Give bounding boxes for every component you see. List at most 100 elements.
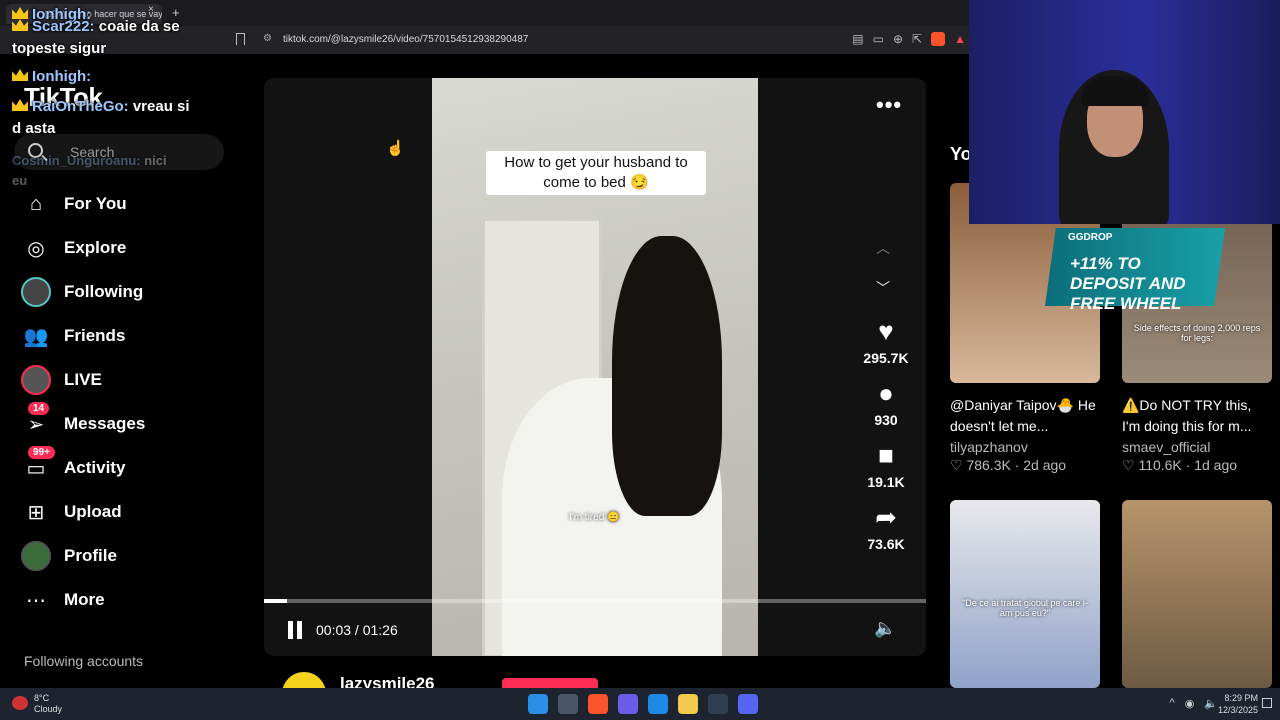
heart-icon: ♥: [878, 316, 894, 346]
sidebar-item-following[interactable]: Following: [20, 270, 145, 314]
card-title: @Daniyar Taipov🐣 He doesn't let me...: [950, 397, 1096, 434]
activity-icon: ▭ 99+: [20, 446, 55, 484]
sidebar-item-label: Messages: [64, 414, 146, 433]
video-subtitle: I'm tired 😑: [569, 512, 620, 523]
like-count: 295.7K: [863, 350, 909, 366]
pause-button[interactable]: [288, 621, 304, 639]
network-icon[interactable]: ◉: [1185, 697, 1195, 710]
video-thumbnail[interactable]: [1122, 500, 1272, 688]
thumbnail-text: "De ce ai tratat globul pe care i-am pus…: [962, 598, 1088, 618]
comment-count: 930: [874, 412, 898, 428]
tray-chevron-icon[interactable]: ^: [1170, 697, 1175, 710]
share-icon[interactable]: ⇱: [912, 32, 922, 46]
store-icon[interactable]: [648, 694, 668, 714]
video-actions: ♥ 295.7K ● 930 ■ 19.1K ➦ 73.6K: [856, 316, 916, 564]
sidebar-item-label: LIVE: [64, 370, 102, 389]
sidebar-item-label: For You: [64, 194, 127, 213]
file-explorer-icon[interactable]: [678, 694, 698, 714]
video-caption: How to get your husband to come to bed 😏: [486, 151, 706, 195]
sidebar-nav: ⌂ For You ◎ Explore Following 👥 Friends …: [20, 182, 145, 622]
cast-icon[interactable]: ▭: [873, 32, 884, 46]
chat-line: RaiOnTheGo: vreau si: [12, 96, 190, 118]
volume-tray-icon[interactable]: 🔈: [1204, 697, 1218, 710]
live-avatar: [21, 365, 51, 395]
video-frame[interactable]: How to get your husband to come to bed 😏…: [432, 78, 758, 656]
weather-icon[interactable]: [12, 696, 28, 710]
messages-badge: 14: [28, 402, 50, 415]
brave-rewards-icon[interactable]: ▲: [954, 32, 966, 46]
video-progress-bar[interactable]: [264, 599, 926, 603]
video-card[interactable]: @Daniyar Taipov🐣 He doesn't let me... ti…: [950, 183, 1100, 474]
sidebar-item-label: Upload: [64, 502, 122, 521]
video-card[interactable]: "De ce ai tratat globul pe care i-am pus…: [950, 500, 1100, 688]
zoom-icon[interactable]: ⊕: [893, 32, 903, 46]
tab-close-icon[interactable]: ×: [148, 4, 154, 15]
chat-line: Cosmin_Unguroanu: nici: [12, 153, 167, 168]
start-menu-icon[interactable]: [528, 694, 548, 714]
video-time: 00:03 / 01:26: [316, 622, 398, 638]
video-scene-hair: [612, 236, 722, 516]
sidebar-item-more[interactable]: ⋯ More: [20, 578, 145, 622]
sidebar-item-label: Friends: [64, 326, 126, 345]
card-meta: ♡ 786.3K · 2d ago: [950, 457, 1067, 473]
card-author[interactable]: smaev_official: [1122, 439, 1272, 455]
chat-line: Ionhigh:: [12, 66, 91, 88]
sidebar-item-live[interactable]: LIVE: [20, 358, 145, 402]
video-card[interactable]: [1122, 500, 1272, 688]
taskbar-apps: [528, 694, 758, 714]
clock-date: 12/3/2025: [1217, 705, 1258, 715]
task-view-icon[interactable]: [558, 694, 578, 714]
brave-browser-icon[interactable]: [588, 694, 608, 714]
promo-tag: GGDROP: [1068, 232, 1113, 243]
friends-icon: 👥: [23, 325, 49, 348]
clock-time: 8:29 PM: [1224, 693, 1258, 703]
card-author[interactable]: tilyapzhanov: [950, 439, 1100, 455]
sidebar-item-upload[interactable]: ⊞ Upload: [20, 490, 145, 534]
share-arrow-icon: ➦: [875, 502, 897, 532]
sidebar-item-label: More: [64, 590, 105, 609]
taskbar-clock[interactable]: 8:29 PM 12/3/2025: [1218, 692, 1258, 716]
profile-avatar: [21, 541, 51, 571]
sidebar-item-label: Profile: [64, 546, 117, 565]
like-button[interactable]: ♥ 295.7K: [856, 316, 916, 366]
promo-text: +11% TO DEPOSIT AND FREE WHEEL: [1070, 254, 1186, 313]
compass-icon: ◎: [27, 237, 45, 260]
volume-icon[interactable]: 🔈: [874, 618, 896, 639]
brave-shield-icon[interactable]: [931, 32, 946, 46]
following-accounts-heading: Following accounts: [24, 653, 144, 669]
following-avatar: [21, 277, 51, 307]
sidebar-item-profile[interactable]: Profile: [20, 534, 145, 578]
previous-video-icon[interactable]: ︿: [876, 238, 890, 258]
crown-icon: [12, 69, 28, 81]
sidebar-item-explore[interactable]: ◎ Explore: [20, 226, 145, 270]
steam-icon[interactable]: [708, 694, 728, 714]
next-video-icon[interactable]: ﹀: [876, 278, 890, 298]
reader-icon[interactable]: ▤: [852, 32, 863, 46]
discord-icon[interactable]: [738, 694, 758, 714]
notification-icon[interactable]: [1262, 698, 1272, 708]
sidebar-item-friends[interactable]: 👥 Friends: [20, 314, 145, 358]
bookmark-icon[interactable]: [236, 33, 245, 45]
video-thumbnail[interactable]: "De ce ai tratat globul pe care i-am pus…: [950, 500, 1100, 688]
video-card[interactable]: Side effects of doing 2,000 reps for leg…: [1122, 183, 1272, 474]
save-button[interactable]: ■ 19.1K: [856, 440, 916, 490]
chat-line: Scar222: coaie da se: [12, 16, 180, 38]
sidebar-item-label: Explore: [64, 238, 127, 257]
copilot-icon[interactable]: [618, 694, 638, 714]
more-options-icon[interactable]: •••: [876, 92, 902, 118]
sidebar-item-messages[interactable]: ➢ 14 Messages: [20, 402, 145, 446]
comment-button[interactable]: ● 930: [856, 378, 916, 428]
card-meta: ♡ 110.6K · 1d ago: [1122, 457, 1238, 473]
upload-icon: ⊞: [27, 501, 45, 524]
webcam-overlay: [969, 0, 1280, 224]
site-settings-icon[interactable]: ⚙: [263, 33, 272, 44]
sidebar-item-for-you[interactable]: ⌂ For You: [20, 182, 145, 226]
crown-icon: [12, 19, 28, 31]
url-field[interactable]: tiktok.com/@lazysmile26/video/7570154512…: [283, 34, 528, 45]
comment-icon: ●: [878, 378, 894, 408]
activity-badge: 99+: [28, 446, 55, 459]
share-button[interactable]: ➦ 73.6K: [856, 502, 916, 552]
home-icon: ⌂: [29, 192, 43, 215]
video-player[interactable]: How to get your husband to come to bed 😏…: [264, 78, 926, 656]
sidebar-item-activity[interactable]: ▭ 99+ Activity: [20, 446, 145, 490]
